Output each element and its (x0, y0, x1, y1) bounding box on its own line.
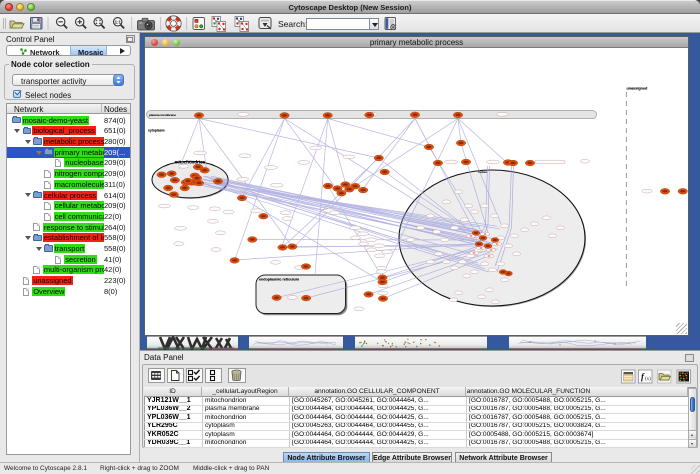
svg-text:1:1: 1:1 (115, 20, 122, 25)
svg-text:mitochondrion: mitochondrion (175, 160, 206, 165)
svg-text:unassigned: unassigned (627, 87, 649, 91)
svg-text:cytoplasm: cytoplasm (148, 129, 165, 133)
svg-text:(x): (x) (645, 377, 651, 382)
svg-text:endoplasmic reticulum: endoplasmic reticulum (259, 278, 300, 282)
svg-text:plasma membrane: plasma membrane (149, 113, 176, 117)
